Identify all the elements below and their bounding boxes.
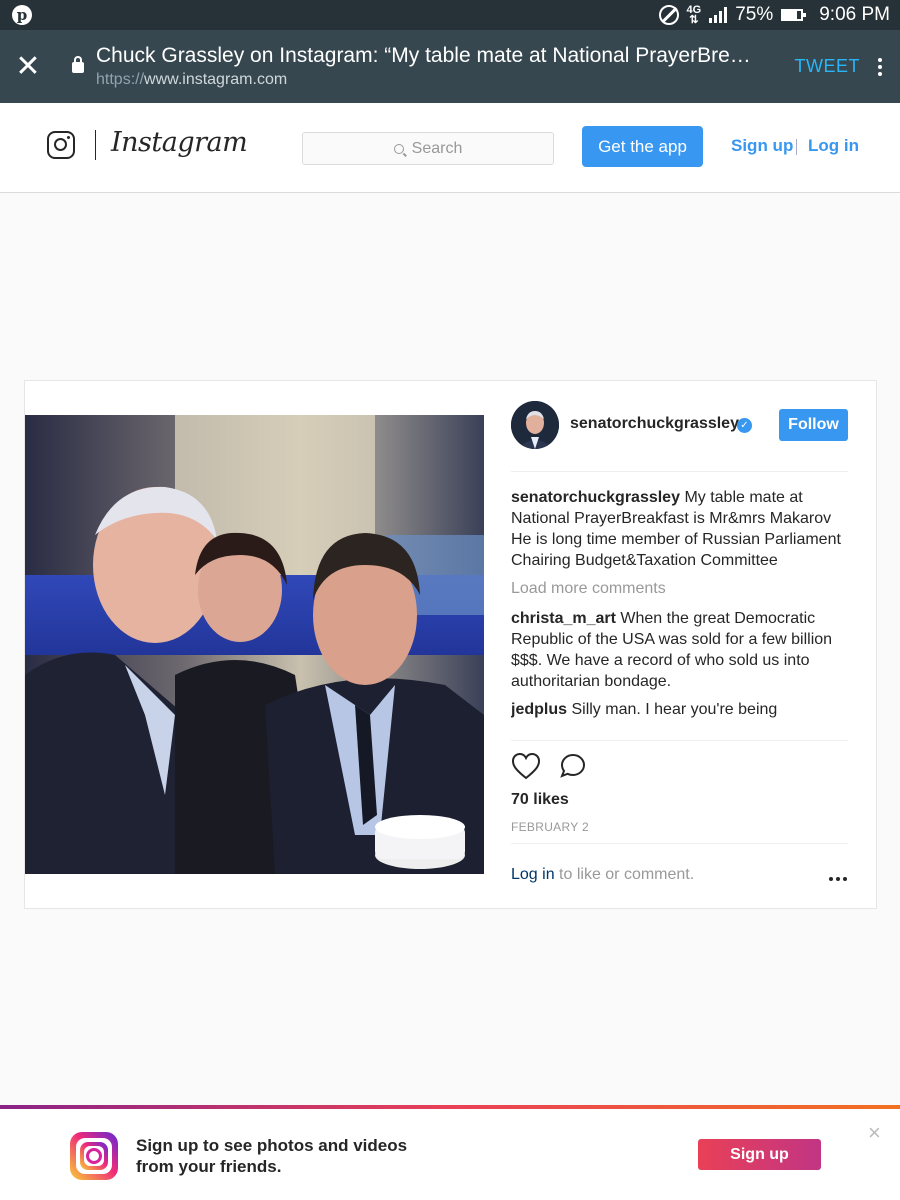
close-icon[interactable]: × (868, 1122, 881, 1144)
post-date: FEBRUARY 2 (511, 820, 589, 834)
no-sim-icon (658, 5, 679, 25)
more-options-icon[interactable] (829, 877, 847, 881)
lock-icon (72, 56, 84, 73)
tweet-button[interactable]: TWEET (795, 56, 861, 77)
likes-count[interactable]: 70 likes (511, 791, 569, 809)
divider (511, 843, 848, 844)
load-more-comments-button[interactable]: Load more comments (511, 578, 848, 599)
url-box[interactable]: Chuck Grassley on Instagram: “My table m… (96, 44, 775, 89)
comment-username[interactable]: jedplus (511, 701, 567, 718)
overflow-menu-icon[interactable] (860, 57, 900, 76)
search-placeholder: Search (411, 139, 463, 157)
post-username[interactable]: senatorchuckgrassley (570, 415, 739, 433)
comment: jedplus Silly man. I hear you're being (511, 699, 848, 720)
comment: christa_m_art When the great Democratic … (511, 608, 848, 692)
comments-list: senatorchuckgrassley My table mate at Na… (511, 487, 848, 739)
caption: senatorchuckgrassley My table mate at Na… (511, 487, 848, 571)
battery-icon (781, 9, 807, 21)
pinterest-icon: p (12, 5, 32, 25)
post-photo[interactable] (25, 415, 484, 874)
post-sidebar: senatorchuckgrassley ✓ Follow senatorchu… (511, 381, 848, 910)
heart-icon[interactable] (511, 752, 541, 785)
comment-username[interactable]: christa_m_art (511, 610, 616, 627)
banner-message: Sign up to see photos and videos from yo… (136, 1135, 436, 1177)
log-in-to-comment-link[interactable]: Log in (511, 866, 555, 883)
login-prompt-text: to like or comment. (554, 866, 695, 883)
post-card: senatorchuckgrassley ✓ Follow senatorchu… (24, 380, 877, 909)
signal-icon (709, 7, 728, 23)
caption-username[interactable]: senatorchuckgrassley (511, 489, 680, 506)
banner-gradient-line (0, 1105, 900, 1109)
log-in-link[interactable]: Log in (808, 136, 859, 156)
page-title: Chuck Grassley on Instagram: “My table m… (96, 44, 751, 67)
instagram-wordmark[interactable]: Instagram (111, 127, 248, 158)
comment-text: Silly man. I hear you're being (571, 701, 778, 718)
header-divider (95, 130, 96, 160)
banner-line-2: from your friends. (136, 1157, 282, 1176)
browser-toolbar: ✕ Chuck Grassley on Instagram: “My table… (0, 30, 900, 103)
divider (511, 471, 848, 472)
divider (511, 740, 848, 741)
clock: 9:06 PM (819, 4, 890, 25)
instagram-glyph-icon[interactable] (47, 131, 75, 159)
instagram-header: Instagram Search Get the app Sign up Log… (0, 103, 900, 193)
avatar[interactable] (511, 401, 559, 449)
network-icon: 4G ⇅ (686, 4, 702, 26)
search-input[interactable]: Search (302, 132, 554, 165)
status-bar: p 4G ⇅ 75% 9:06 PM (0, 0, 900, 30)
signup-banner: Sign up to see photos and videos from yo… (0, 1105, 900, 1200)
link-separator (796, 139, 797, 155)
banner-sign-up-button[interactable]: Sign up (698, 1139, 821, 1170)
login-prompt: Log in to like or comment. (511, 866, 694, 884)
comment-icon[interactable] (559, 752, 587, 785)
follow-button[interactable]: Follow (779, 409, 848, 441)
close-icon[interactable]: ✕ (0, 30, 56, 103)
get-the-app-button[interactable]: Get the app (582, 126, 703, 167)
page-url: https://www.instagram.com (96, 71, 288, 88)
sign-up-link[interactable]: Sign up (731, 136, 793, 156)
battery-percent: 75% (735, 4, 774, 25)
verified-badge-icon: ✓ (737, 418, 752, 433)
banner-line-1: Sign up to see photos and videos (136, 1136, 408, 1155)
instagram-app-icon (70, 1132, 118, 1180)
search-icon (393, 143, 404, 154)
